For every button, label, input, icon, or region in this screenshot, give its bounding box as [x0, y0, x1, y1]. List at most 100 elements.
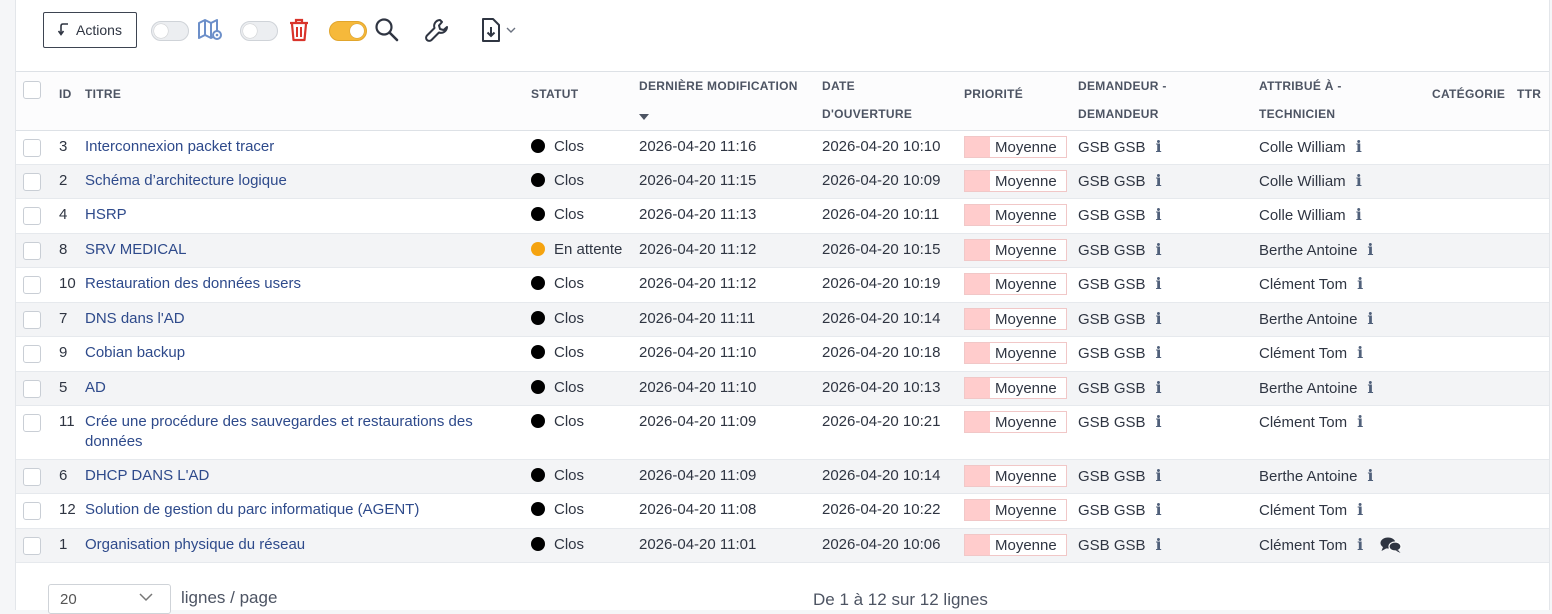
col-demandeur-line2[interactable]: DEMANDEUR	[1078, 104, 1159, 124]
table-row[interactable]: 3 Interconnexion packet tracer Clos 2026-04…	[16, 131, 1549, 165]
technician-name[interactable]: Berthe Antoine	[1259, 311, 1357, 328]
row-checkbox[interactable]	[23, 380, 41, 398]
technician-name[interactable]: Berthe Antoine	[1259, 380, 1357, 397]
info-icon[interactable]: i	[1156, 137, 1162, 156]
technician-name[interactable]: Clément Tom	[1259, 345, 1347, 362]
table-row[interactable]: 6 DHCP DANS L'AD Clos 2026-04-20 11:09 2026-…	[16, 460, 1549, 494]
ticket-title-link[interactable]: Solution de gestion du parc informatique…	[85, 500, 515, 520]
ticket-title-link[interactable]: Cobian backup	[85, 343, 515, 363]
col-ttr[interactable]: TTR	[1517, 84, 1541, 104]
wrench-icon[interactable]	[423, 16, 451, 44]
select-all-checkbox[interactable]	[23, 81, 41, 99]
search-toggle[interactable]	[329, 21, 367, 41]
info-icon[interactable]: i	[1156, 500, 1162, 519]
technician-name[interactable]: Clément Tom	[1259, 414, 1347, 431]
table-row[interactable]: 4 HSRP Clos 2026-04-20 11:13 2026-04-20 10:1…	[16, 199, 1549, 234]
row-checkbox[interactable]	[23, 468, 41, 486]
ticket-title-link[interactable]: Restauration des données users	[85, 274, 515, 294]
info-icon[interactable]: i	[1156, 171, 1162, 190]
row-checkbox[interactable]	[23, 207, 41, 225]
table-row[interactable]: 8 SRV MEDICAL En attente 2026-04-20 11:12 20…	[16, 234, 1549, 268]
info-icon[interactable]: i	[1357, 343, 1363, 362]
technician-name[interactable]: Clément Tom	[1259, 502, 1347, 519]
ticket-title-link[interactable]: SRV MEDICAL	[85, 240, 515, 260]
requester-name[interactable]: GSB GSB	[1078, 207, 1146, 224]
info-icon[interactable]: i	[1156, 309, 1162, 328]
info-icon[interactable]: i	[1356, 171, 1362, 190]
col-attribue-line2[interactable]: TECHNICIEN	[1259, 104, 1335, 124]
info-icon[interactable]: i	[1156, 412, 1162, 431]
ticket-title-link[interactable]: Schéma d’architecture logique	[85, 171, 515, 191]
requester-name[interactable]: GSB GSB	[1078, 276, 1146, 293]
info-icon[interactable]: i	[1156, 466, 1162, 485]
info-icon[interactable]: i	[1156, 378, 1162, 397]
export-icon[interactable]	[477, 16, 505, 44]
info-icon[interactable]: i	[1357, 535, 1363, 554]
trash-toggle[interactable]	[240, 21, 278, 41]
ticket-title-link[interactable]: Organisation physique du réseau	[85, 535, 515, 555]
table-row[interactable]: 9 Cobian backup Clos 2026-04-20 11:10 2026-0…	[16, 337, 1549, 372]
info-icon[interactable]: i	[1156, 343, 1162, 362]
table-row[interactable]: 5 AD Clos 2026-04-20 11:10 2026-04-20 10:13 M…	[16, 372, 1549, 406]
info-icon[interactable]: i	[1356, 205, 1362, 224]
table-row[interactable]: 11 Crée une procédure des sauvegardes et …	[16, 406, 1549, 460]
ticket-title-link[interactable]: DHCP DANS L'AD	[85, 466, 515, 486]
technician-name[interactable]: Clément Tom	[1259, 276, 1347, 293]
actions-button[interactable]: Actions	[43, 12, 137, 48]
requester-name[interactable]: GSB GSB	[1078, 173, 1146, 190]
info-icon[interactable]: i	[1367, 240, 1373, 259]
technician-name[interactable]: Berthe Antoine	[1259, 242, 1357, 259]
map-icon[interactable]	[196, 16, 224, 44]
map-toggle[interactable]	[151, 21, 189, 41]
info-icon[interactable]: i	[1357, 412, 1363, 431]
technician-name[interactable]: Colle William	[1259, 139, 1346, 156]
col-statut[interactable]: STATUT	[531, 84, 578, 104]
table-row[interactable]: 12 Solution de gestion du parc informatiq…	[16, 494, 1549, 529]
requester-name[interactable]: GSB GSB	[1078, 380, 1146, 397]
info-icon[interactable]: i	[1357, 274, 1363, 293]
info-icon[interactable]: i	[1367, 466, 1373, 485]
ticket-title-link[interactable]: HSRP	[85, 205, 515, 225]
table-row[interactable]: 7 DNS dans l'AD Clos 2026-04-20 11:11 2026-0…	[16, 303, 1549, 337]
comments-icon[interactable]	[1380, 536, 1402, 559]
col-date-line2[interactable]: D'OUVERTURE	[822, 104, 912, 124]
info-icon[interactable]: i	[1357, 500, 1363, 519]
info-icon[interactable]: i	[1356, 137, 1362, 156]
row-checkbox[interactable]	[23, 276, 41, 294]
row-checkbox[interactable]	[23, 537, 41, 555]
row-checkbox[interactable]	[23, 502, 41, 520]
info-icon[interactable]: i	[1367, 309, 1373, 328]
row-checkbox[interactable]	[23, 311, 41, 329]
row-checkbox[interactable]	[23, 345, 41, 363]
info-icon[interactable]: i	[1367, 378, 1373, 397]
technician-name[interactable]: Clément Tom	[1259, 537, 1347, 554]
info-icon[interactable]: i	[1156, 535, 1162, 554]
col-id[interactable]: ID	[59, 84, 72, 104]
info-icon[interactable]: i	[1156, 274, 1162, 293]
requester-name[interactable]: GSB GSB	[1078, 537, 1146, 554]
requester-name[interactable]: GSB GSB	[1078, 242, 1146, 259]
table-row[interactable]: 2 Schéma d’architecture logique Clos 2026-0…	[16, 165, 1549, 199]
info-icon[interactable]: i	[1156, 205, 1162, 224]
ticket-title-link[interactable]: DNS dans l'AD	[85, 309, 515, 329]
row-checkbox[interactable]	[23, 242, 41, 260]
info-icon[interactable]: i	[1156, 240, 1162, 259]
technician-name[interactable]: Berthe Antoine	[1259, 468, 1357, 485]
ticket-title-link[interactable]: Interconnexion packet tracer	[85, 137, 515, 157]
table-row[interactable]: 10 Restauration des données users Clos 2026…	[16, 268, 1549, 303]
col-categorie[interactable]: CATÉGORIE	[1432, 84, 1505, 104]
col-demandeur-line1[interactable]: DEMANDEUR -	[1078, 76, 1167, 96]
requester-name[interactable]: GSB GSB	[1078, 139, 1146, 156]
col-priorite[interactable]: PRIORITÉ	[964, 84, 1023, 104]
search-icon[interactable]	[373, 16, 401, 44]
col-titre[interactable]: TITRE	[85, 84, 121, 104]
row-checkbox[interactable]	[23, 139, 41, 157]
technician-name[interactable]: Colle William	[1259, 207, 1346, 224]
row-checkbox[interactable]	[23, 173, 41, 191]
col-date-line1[interactable]: DATE	[822, 76, 855, 96]
sort-desc-icon[interactable]	[639, 108, 649, 126]
requester-name[interactable]: GSB GSB	[1078, 414, 1146, 431]
row-checkbox[interactable]	[23, 414, 41, 432]
col-derniere-modification[interactable]: DERNIÈRE MODIFICATION	[639, 76, 798, 96]
requester-name[interactable]: GSB GSB	[1078, 345, 1146, 362]
